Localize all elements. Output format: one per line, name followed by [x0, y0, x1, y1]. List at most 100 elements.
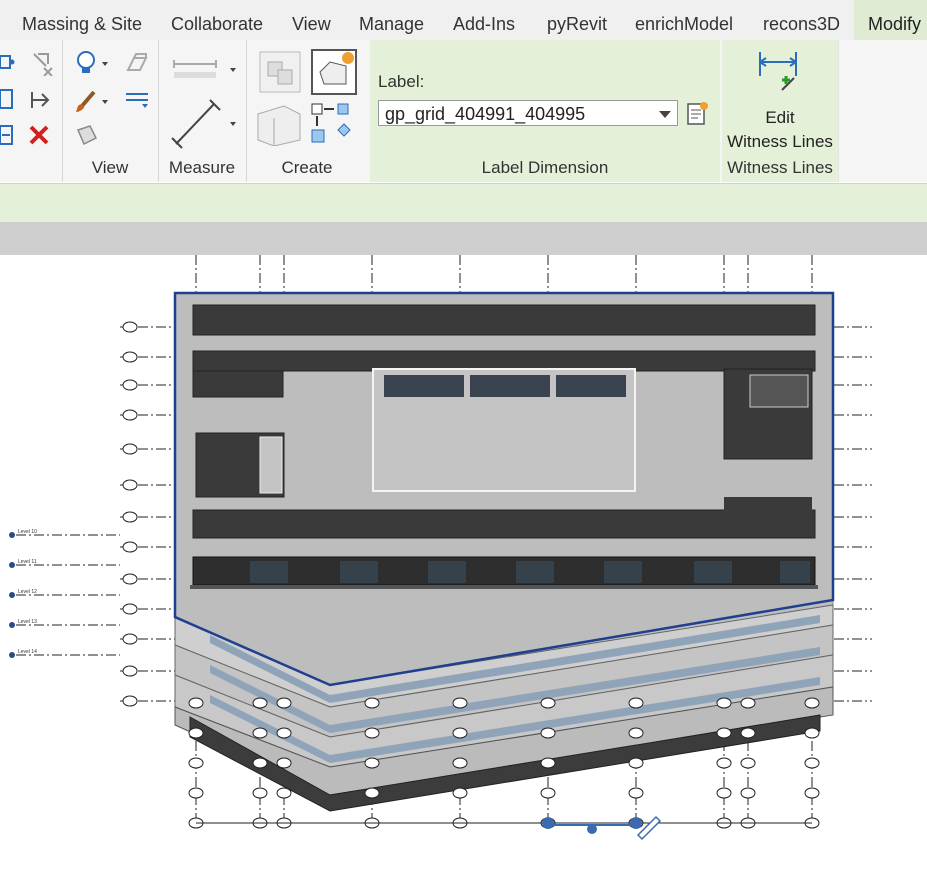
delete-icon[interactable] — [28, 124, 50, 151]
level-head — [122, 603, 138, 615]
drag-handle-icon[interactable] — [630, 817, 642, 829]
tab-enrichmodel[interactable]: enrichModel — [635, 0, 733, 40]
grid-bubble — [740, 757, 756, 769]
global-parameters-icon[interactable] — [686, 100, 710, 131]
tab-collaborate[interactable]: Collaborate — [171, 0, 263, 40]
edit-witness-lines-icon[interactable] — [756, 50, 804, 103]
grid-bubble — [452, 697, 468, 709]
facade-band — [192, 370, 284, 398]
grid-bubble — [540, 787, 556, 799]
level-tag-icon — [9, 532, 15, 538]
create-parts-icon[interactable] — [310, 48, 358, 101]
options-bar — [0, 183, 927, 222]
grid-bubble — [188, 697, 204, 709]
window-box-right — [749, 374, 809, 408]
tab-view[interactable]: View — [292, 0, 331, 40]
label-caption: Label: — [378, 72, 425, 91]
grid-bubble — [628, 787, 644, 799]
grid-bubble — [364, 697, 380, 709]
level-tag-label: Level 11 — [18, 559, 37, 565]
grid-bubble — [188, 757, 204, 769]
array-icon[interactable] — [0, 88, 16, 115]
grid-bubble — [628, 727, 644, 739]
lightbulb-icon[interactable] — [74, 50, 114, 83]
create-group-icon[interactable] — [254, 104, 306, 151]
grid-bubble — [252, 787, 268, 799]
grid-bubble — [716, 787, 732, 799]
window — [250, 561, 288, 583]
drag-handle-icon[interactable] — [542, 817, 554, 829]
grid-bubble — [452, 727, 468, 739]
level-head — [122, 321, 138, 333]
level-tag-icon — [9, 652, 15, 658]
level-head — [122, 379, 138, 391]
split-icon[interactable] — [0, 124, 16, 151]
measure-between-icon[interactable] — [170, 54, 240, 89]
label-select-value: gp_grid_404991_404995 — [385, 104, 586, 124]
ribbon: View Measure Create Label: gp_grid_40499… — [0, 40, 927, 182]
pin-icon[interactable] — [28, 90, 52, 115]
grid-bubble — [540, 757, 556, 769]
create-panel-label: Create — [281, 158, 333, 177]
grid-bubble — [252, 757, 268, 769]
grid-bubble — [740, 787, 756, 799]
measure-along-icon[interactable] — [170, 98, 240, 155]
level-tag-label: Level 12 — [18, 589, 37, 595]
building-model[interactable] — [173, 291, 835, 812]
label-dimension-panel-label: Label Dimension — [481, 158, 609, 177]
level-head — [122, 541, 138, 553]
level-tag-label: Level 13 — [18, 619, 37, 625]
grid-bubble — [540, 727, 556, 739]
witness-lines-panel-label: Witness Lines — [727, 158, 833, 177]
window — [516, 561, 554, 583]
level-head — [122, 511, 138, 523]
cut-profile-icon[interactable] — [74, 124, 100, 153]
window — [556, 375, 626, 397]
grid-bubble — [252, 727, 268, 739]
unpin-icon[interactable] — [28, 50, 54, 81]
window — [384, 375, 464, 397]
drawing-canvas[interactable]: Level 10 Level 11 Level 12 Level 13 Level 14 — [0, 255, 927, 878]
linework-icon[interactable] — [124, 90, 152, 119]
measure-panel-label: Measure — [168, 158, 236, 177]
elevation-view[interactable]: Level 10 Level 11 Level 12 Level 13 Level 14 — [0, 255, 927, 878]
tab-pyrevit[interactable]: pyRevit — [547, 0, 607, 40]
grid-bubble — [804, 727, 820, 739]
grid-bubble — [628, 697, 644, 709]
tab-massing-site[interactable]: Massing & Site — [22, 0, 142, 40]
edit-witness-lines-line1: Edit — [765, 108, 795, 127]
tab-modify[interactable]: Modify — [854, 0, 927, 40]
tab-manage[interactable]: Manage — [359, 0, 424, 40]
paint-graphics-icon[interactable] — [124, 52, 150, 81]
window — [604, 561, 642, 583]
grid-bubble — [188, 787, 204, 799]
create-assembly-icon[interactable] — [256, 48, 304, 101]
cope-icon[interactable] — [0, 52, 16, 77]
tab-add-ins[interactable]: Add-Ins — [453, 0, 515, 40]
grid-bubble — [452, 757, 468, 769]
tab-recons3d[interactable]: recons3D — [763, 0, 840, 40]
level-tag-label: Level 10 — [18, 529, 37, 535]
level-head — [122, 573, 138, 585]
chevron-down-icon[interactable] — [659, 111, 671, 118]
facade-band — [192, 509, 816, 539]
grid-bubble — [276, 727, 292, 739]
level-head — [122, 665, 138, 677]
edit-witness-lines-button[interactable]: Edit Witness Lines — [722, 106, 838, 154]
label-select[interactable]: gp_grid_404991_404995 — [378, 100, 678, 126]
edit-witness-lines-line2: Witness Lines — [727, 132, 833, 151]
level-tags: Level 10 Level 11 Level 12 Level 13 Level 14 — [9, 529, 120, 658]
level-tag-icon — [9, 622, 15, 628]
ribbon-tab-bar: Massing & Site Collaborate View Manage A… — [0, 0, 927, 40]
window-box-left — [259, 436, 283, 494]
grid-bubble — [740, 727, 756, 739]
create-similar-icon[interactable] — [310, 100, 358, 153]
level-head — [122, 409, 138, 421]
window — [470, 375, 550, 397]
grid-bubble — [804, 697, 820, 709]
view-panel: View — [62, 40, 158, 182]
grid-bubble — [364, 757, 380, 769]
grid-bubble — [276, 757, 292, 769]
grid-bubble — [716, 697, 732, 709]
paintbrush-icon[interactable] — [74, 88, 114, 119]
